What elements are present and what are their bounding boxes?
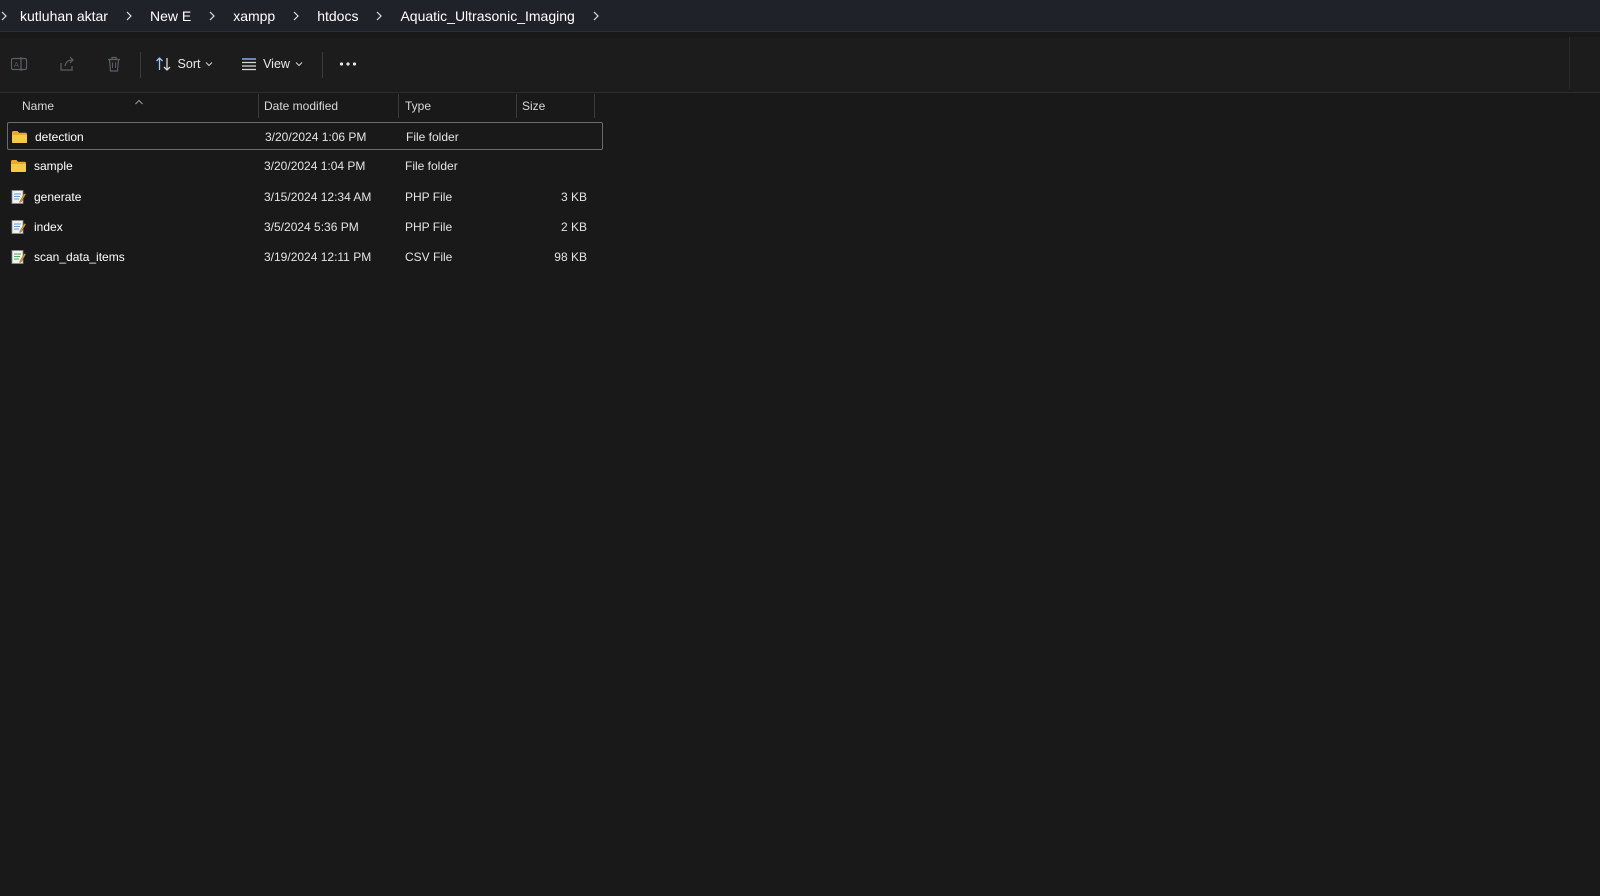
file-type: File folder xyxy=(405,159,458,174)
list-view-icon xyxy=(241,57,257,71)
breadcrumb-label: New E xyxy=(149,7,192,24)
more-icon xyxy=(339,61,357,67)
chevron-right-icon[interactable] xyxy=(0,0,12,31)
column-header-date[interactable]: Date modified xyxy=(264,92,394,120)
toolbar-divider xyxy=(322,52,323,78)
chevron-right-icon[interactable] xyxy=(588,0,604,31)
file-name: sample xyxy=(34,159,73,174)
file-type: PHP File xyxy=(405,189,453,204)
column-header-type[interactable]: Type xyxy=(405,92,513,120)
file-row-sample[interactable]: sample 3/20/2024 1:04 PM File folder xyxy=(7,152,603,180)
file-date: 3/20/2024 1:06 PM xyxy=(265,130,367,144)
php-file-icon xyxy=(10,219,28,235)
chevron-right-icon[interactable] xyxy=(371,0,387,31)
file-size: 3 KB xyxy=(560,189,587,204)
column-size-label: Size xyxy=(522,99,546,113)
chevron-down-icon xyxy=(295,61,303,67)
sort-button[interactable]: Sort xyxy=(150,48,218,80)
file-size xyxy=(517,152,587,180)
chevron-right-icon[interactable] xyxy=(288,0,304,31)
file-name-cell: sample xyxy=(10,152,73,180)
file-name-cell: scan_data_items xyxy=(10,243,125,271)
file-row-generate[interactable]: generate 3/15/2024 12:34 AM PHP File 3 K… xyxy=(7,183,603,211)
file-type: CSV File xyxy=(405,250,453,265)
file-date: 3/5/2024 5:36 PM xyxy=(264,219,359,234)
file-date: 3/15/2024 12:34 AM xyxy=(264,189,372,204)
folder-icon xyxy=(11,129,29,145)
column-type-label: Type xyxy=(405,99,432,113)
share-button[interactable] xyxy=(54,48,80,80)
delete-button[interactable] xyxy=(101,48,127,80)
column-name-label: Name xyxy=(22,99,55,113)
breadcrumb-label: htdocs xyxy=(317,7,359,24)
view-label: View xyxy=(263,57,290,71)
column-divider[interactable] xyxy=(594,94,595,118)
chevron-right-icon[interactable] xyxy=(121,0,137,31)
file-name: index xyxy=(34,219,63,234)
file-row-index[interactable]: index 3/5/2024 5:36 PM PHP File 2 KB xyxy=(7,213,603,241)
breadcrumb-item-aquatic-ultrasonic-imaging[interactable]: Aquatic_Ultrasonic_Imaging xyxy=(398,0,576,31)
breadcrumb-item-xampp[interactable]: xampp xyxy=(231,0,277,31)
file-name-cell: generate xyxy=(10,183,81,211)
breadcrumb-label: Aquatic_Ultrasonic_Imaging xyxy=(400,7,575,24)
file-size: 98 KB xyxy=(554,250,587,265)
column-date-label: Date modified xyxy=(264,99,339,113)
breadcrumb-label: kutluhan aktar xyxy=(20,7,108,24)
sort-label: Sort xyxy=(177,57,201,71)
file-name-cell: index xyxy=(10,213,63,241)
folder-icon xyxy=(10,158,28,174)
breadcrumb: kutluhan aktar New E xampp htdocs Aquati… xyxy=(0,0,615,31)
column-header-size[interactable]: Size xyxy=(522,92,592,120)
trash-icon xyxy=(105,55,123,73)
toolbar-divider xyxy=(140,52,141,78)
file-name: detection xyxy=(35,130,84,144)
file-size xyxy=(518,123,588,151)
command-bar: A Sort View xyxy=(0,38,1600,93)
chevron-right-icon[interactable] xyxy=(204,0,220,31)
breadcrumb-item-new-e[interactable]: New E xyxy=(148,0,193,31)
chevron-down-icon xyxy=(205,61,213,67)
column-divider[interactable] xyxy=(398,94,399,118)
column-header: Name Date modified Type Size xyxy=(0,92,610,120)
csv-file-icon xyxy=(10,249,28,265)
file-name-cell: detection xyxy=(11,123,84,151)
file-row-scan-data-items[interactable]: scan_data_items 3/19/2024 12:11 PM CSV F… xyxy=(7,243,603,271)
share-icon xyxy=(58,55,76,73)
file-size: 2 KB xyxy=(560,219,587,234)
file-date: 3/20/2024 1:04 PM xyxy=(264,159,366,174)
address-bar[interactable]: kutluhan aktar New E xampp htdocs Aquati… xyxy=(0,0,1600,32)
sort-arrows-icon xyxy=(155,56,172,72)
view-button[interactable]: View xyxy=(237,48,307,80)
php-file-icon xyxy=(10,189,28,205)
file-name: scan_data_items xyxy=(34,250,125,265)
svg-text:A: A xyxy=(14,62,19,69)
breadcrumb-item-htdocs[interactable]: htdocs xyxy=(315,0,360,31)
see-more-button[interactable] xyxy=(332,48,364,80)
rename-icon: A xyxy=(10,55,28,73)
column-divider[interactable] xyxy=(258,94,259,118)
file-type: File folder xyxy=(406,130,459,144)
file-row-detection[interactable]: detection 3/20/2024 1:06 PM File folder xyxy=(7,122,603,150)
column-header-name[interactable]: Name xyxy=(22,92,254,120)
file-name: generate xyxy=(34,189,82,204)
toolbar-edge xyxy=(1569,37,1600,89)
file-type: PHP File xyxy=(405,219,453,234)
file-date: 3/19/2024 12:11 PM xyxy=(264,250,372,265)
column-divider[interactable] xyxy=(516,94,517,118)
rename-button[interactable]: A xyxy=(6,48,32,80)
breadcrumb-label: xampp xyxy=(233,7,276,24)
breadcrumb-item-kutluhan-aktar[interactable]: kutluhan aktar xyxy=(18,0,110,31)
